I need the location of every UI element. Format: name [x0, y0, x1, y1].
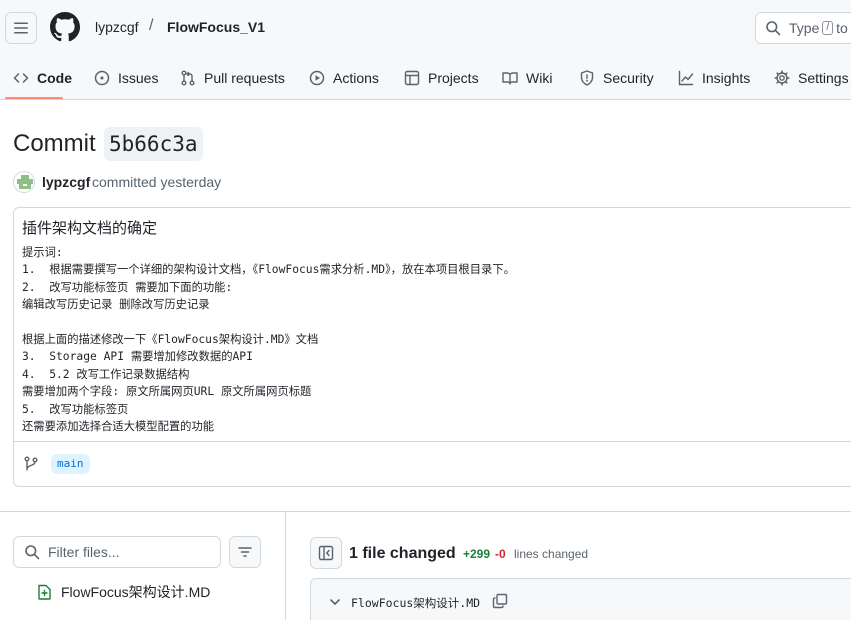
filter-options-button[interactable]: [229, 536, 261, 568]
git-branch-icon: [24, 456, 38, 471]
divider: [285, 511, 286, 620]
filter-files-input[interactable]: Filter files...: [13, 536, 221, 568]
tab-pull-requests-label: Pull requests: [204, 69, 285, 86]
message-line: 提示词:: [22, 246, 63, 259]
search-icon: [25, 545, 40, 560]
diff-file-header: FlowFocus架构设计.MD: [310, 578, 851, 620]
identicon-icon: [14, 172, 34, 192]
message-line: 根据上面的描述修改一下《FlowFocus架构设计.MD》文档: [22, 332, 319, 346]
gear-icon: [774, 69, 790, 86]
additions-count: +299: [463, 547, 491, 561]
search-suffix: to: [836, 20, 848, 36]
search-input[interactable]: Type / to: [755, 12, 851, 44]
diff-file-name[interactable]: FlowFocus架构设计.MD: [351, 595, 480, 611]
tab-actions[interactable]: Actions: [309, 56, 379, 99]
search-icon: [766, 21, 781, 36]
files-changed-summary: 1 file changed: [349, 545, 456, 562]
filter-icon: [238, 547, 252, 557]
message-line: 1. 根据需要撰写一个详细的架构设计文档，《FlowFocus需求分析.MD》，…: [22, 263, 515, 277]
message-line: 编辑改写历史记录 删除改写历史记录: [22, 298, 210, 312]
github-logo-icon[interactable]: [50, 12, 80, 42]
code-icon: [13, 72, 29, 83]
message-line: 3. Storage API 需要增加修改数据的API: [22, 350, 253, 364]
message-line: 2. 改写功能标签页 需要加下面的功能:: [22, 280, 233, 294]
tab-issues-label: Issues: [118, 69, 159, 86]
active-tab-indicator: [5, 97, 63, 99]
message-line: 还需要添加选择合适大模型配置的功能: [22, 419, 215, 433]
tab-wiki-label: Wiki: [526, 69, 553, 86]
message-line: [22, 314, 851, 331]
tab-security[interactable]: Security: [579, 56, 654, 99]
tab-wiki[interactable]: Wiki: [502, 56, 552, 99]
message-line: 5. 改写功能标签页: [22, 402, 129, 416]
avatar[interactable]: [13, 171, 35, 193]
author-link[interactable]: lypzcgf: [42, 174, 90, 190]
hamburger-icon: [14, 22, 28, 34]
tab-insights-label: Insights: [702, 69, 751, 86]
page-title: Commit: [13, 130, 96, 157]
menu-button[interactable]: [5, 12, 37, 44]
deletions-count: -0: [495, 547, 506, 561]
tab-issues[interactable]: Issues: [94, 56, 158, 99]
file-tree-item[interactable]: FlowFocus架构设计.MD: [37, 582, 210, 602]
search-prefix: Type: [789, 20, 820, 36]
message-line: 需要增加两个字段: 原文所属网页URL 原文所属网页标题: [22, 385, 312, 399]
repo-nav: Code Issues Pull requests Actions Projec…: [0, 56, 851, 100]
lines-changed-label: lines changed: [514, 547, 589, 561]
tab-actions-label: Actions: [333, 69, 379, 86]
top-header: lypzcgf / FlowFocus_V1 Type / to: [0, 0, 851, 56]
repo-owner-link[interactable]: lypzcgf: [95, 19, 139, 35]
file-tree-item-label: FlowFocus架构设计.MD: [61, 584, 211, 600]
tab-insights[interactable]: Insights: [678, 56, 750, 99]
tab-code[interactable]: Code: [13, 56, 72, 99]
commit-message-title: 插件架构文档的确定: [22, 220, 158, 237]
sidebar-collapse-icon: [318, 545, 334, 561]
play-icon: [309, 70, 325, 85]
chevron-down-icon[interactable]: [328, 595, 342, 609]
copy-icon[interactable]: [492, 593, 508, 609]
tab-code-label: Code: [37, 69, 72, 86]
tab-settings[interactable]: Settings: [774, 56, 849, 99]
book-icon: [502, 71, 518, 85]
message-line: 4. 5.2 改写工作记录数据结构: [22, 367, 190, 381]
tab-settings-label: Settings: [798, 69, 849, 86]
commit-meta: committed yesterday: [92, 174, 222, 190]
commit-message-body: 提示词: 1. 根据需要撰写一个详细的架构设计文档，《FlowFocus需求分析…: [22, 244, 851, 435]
table-icon: [404, 70, 420, 85]
divider: [14, 441, 851, 442]
file-added-icon: [38, 584, 51, 600]
tab-security-label: Security: [603, 69, 654, 86]
tab-projects-label: Projects: [428, 69, 479, 86]
repo-name-link[interactable]: FlowFocus_V1: [167, 19, 265, 35]
filter-files-placeholder: Filter files...: [48, 544, 120, 560]
issue-icon: [94, 70, 110, 85]
toggle-file-tree-button[interactable]: [310, 537, 342, 569]
search-shortcut-key: /: [822, 21, 834, 35]
commit-sha: 5b66c3a: [104, 127, 203, 161]
shield-icon: [580, 69, 594, 86]
divider: [0, 511, 851, 512]
commit-message-box: 插件架构文档的确定 提示词: 1. 根据需要撰写一个详细的架构设计文档，《Flo…: [13, 207, 851, 487]
path-separator: /: [149, 17, 154, 34]
branch-badge[interactable]: main: [51, 454, 90, 474]
graph-icon: [678, 70, 694, 85]
pull-request-icon: [181, 70, 195, 85]
tab-pull-requests[interactable]: Pull requests: [180, 56, 285, 99]
tab-projects[interactable]: Projects: [404, 56, 479, 99]
